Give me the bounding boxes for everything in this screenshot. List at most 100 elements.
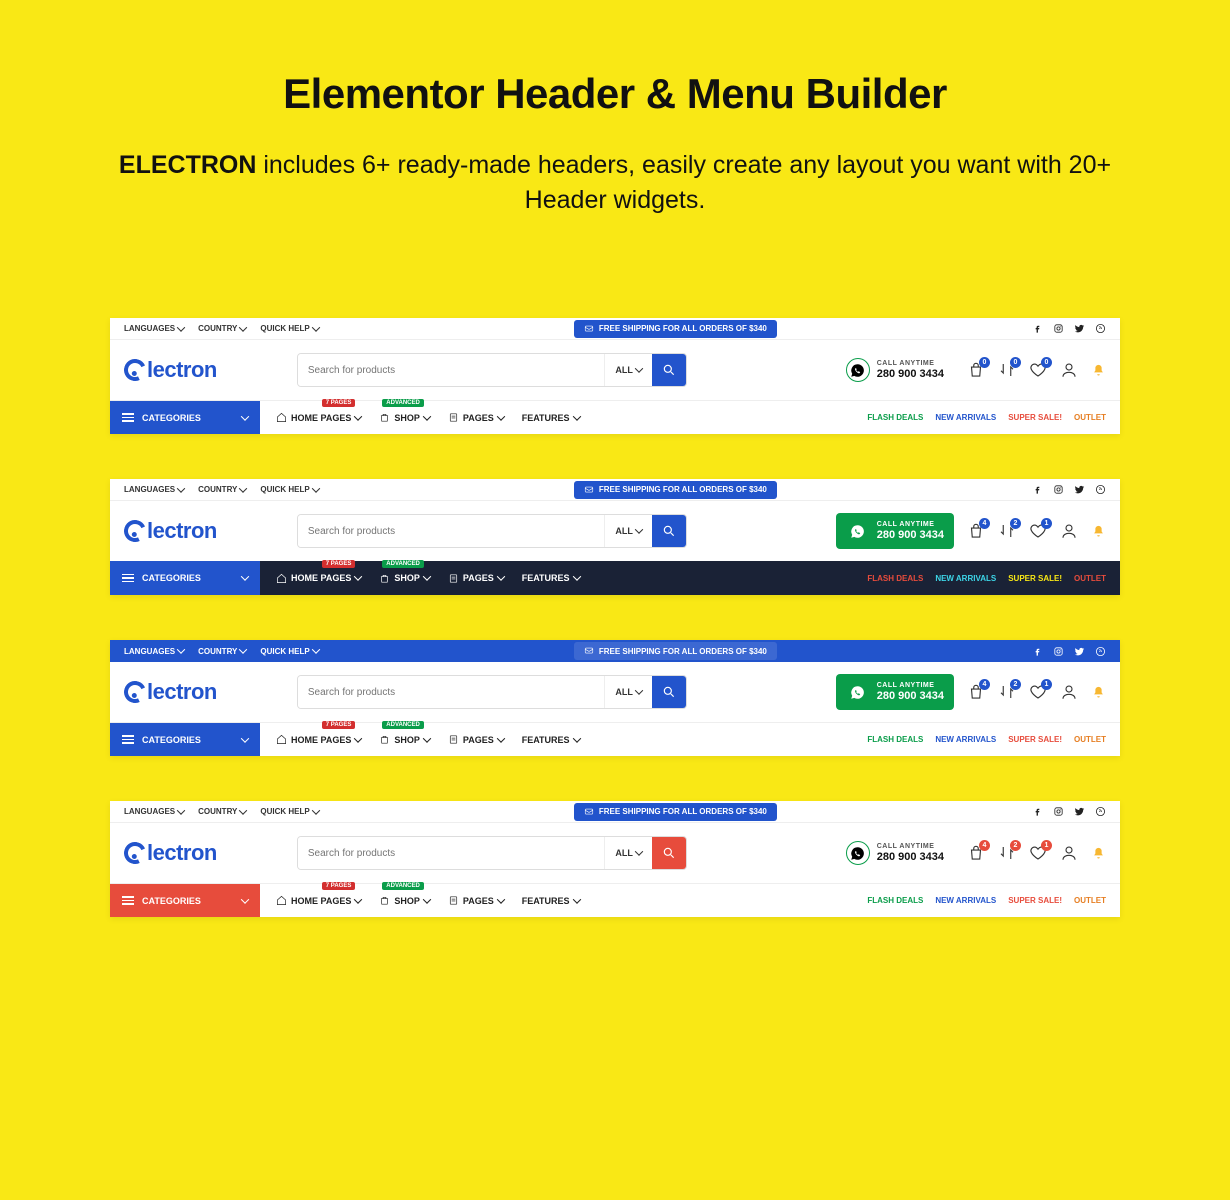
search-input[interactable] <box>298 515 605 547</box>
search-category-selector[interactable]: ALL <box>604 837 652 869</box>
categories-button[interactable]: CATEGORIES <box>110 561 260 595</box>
nav-pages[interactable]: PAGES <box>448 734 504 745</box>
facebook-icon[interactable] <box>1032 323 1043 334</box>
compare-button[interactable]: 0 <box>998 361 1016 379</box>
instagram-icon[interactable] <box>1053 646 1064 657</box>
nav-features[interactable]: FEATURES <box>522 573 580 583</box>
link-new-arrivals[interactable]: NEW ARRIVALS <box>935 413 996 422</box>
nav-pages[interactable]: PAGES <box>448 573 504 584</box>
link-flash-deals[interactable]: FLASH DEALS <box>867 896 923 905</box>
nav-home[interactable]: 7 PAGESHOME PAGES <box>276 573 361 584</box>
help-selector[interactable]: QUICK HELP <box>260 647 318 656</box>
link-new-arrivals[interactable]: NEW ARRIVALS <box>935 735 996 744</box>
cart-button[interactable]: 4 <box>967 683 985 701</box>
logo[interactable]: lectron <box>124 518 217 544</box>
search-button[interactable] <box>652 676 686 708</box>
country-selector[interactable]: COUNTRY <box>198 324 246 333</box>
search-category-selector[interactable]: ALL <box>604 354 652 386</box>
search-category-selector[interactable]: ALL <box>604 515 652 547</box>
help-selector[interactable]: QUICK HELP <box>260 485 318 494</box>
instagram-icon[interactable] <box>1053 323 1064 334</box>
notifications-button[interactable] <box>1091 846 1106 861</box>
language-selector[interactable]: LANGUAGES <box>124 807 184 816</box>
notifications-button[interactable] <box>1091 524 1106 539</box>
language-selector[interactable]: LANGUAGES <box>124 647 184 656</box>
twitter-icon[interactable] <box>1074 646 1085 657</box>
help-selector[interactable]: QUICK HELP <box>260 324 318 333</box>
link-outlet[interactable]: OUTLET <box>1074 735 1106 744</box>
twitter-icon[interactable] <box>1074 806 1085 817</box>
nav-features[interactable]: FEATURES <box>522 896 580 906</box>
logo[interactable]: lectron <box>124 840 217 866</box>
search-input[interactable] <box>298 837 605 869</box>
wishlist-button[interactable]: 1 <box>1029 844 1047 862</box>
country-selector[interactable]: COUNTRY <box>198 807 246 816</box>
call-widget[interactable]: CALL ANYTIME280 900 3434 <box>836 513 954 549</box>
country-selector[interactable]: COUNTRY <box>198 485 246 494</box>
nav-features[interactable]: FEATURES <box>522 735 580 745</box>
search-button[interactable] <box>652 837 686 869</box>
account-button[interactable] <box>1060 844 1078 862</box>
nav-pages[interactable]: PAGES <box>448 412 504 423</box>
link-outlet[interactable]: OUTLET <box>1074 413 1106 422</box>
instagram-icon[interactable] <box>1053 806 1064 817</box>
wishlist-button[interactable]: 1 <box>1029 683 1047 701</box>
viber-icon[interactable] <box>1095 323 1106 334</box>
wishlist-button[interactable]: 0 <box>1029 361 1047 379</box>
twitter-icon[interactable] <box>1074 323 1085 334</box>
notifications-button[interactable] <box>1091 685 1106 700</box>
cart-button[interactable]: 4 <box>967 522 985 540</box>
compare-button[interactable]: 2 <box>998 522 1016 540</box>
call-widget[interactable]: CALL ANYTIME280 900 3434 <box>836 352 954 388</box>
link-flash-deals[interactable]: FLASH DEALS <box>867 413 923 422</box>
viber-icon[interactable] <box>1095 806 1106 817</box>
account-button[interactable] <box>1060 683 1078 701</box>
notifications-button[interactable] <box>1091 363 1106 378</box>
nav-shop[interactable]: ADVANCEDSHOP <box>379 412 430 423</box>
categories-button[interactable]: CATEGORIES <box>110 401 260 434</box>
nav-home[interactable]: 7 PAGESHOME PAGES <box>276 734 361 745</box>
link-flash-deals[interactable]: FLASH DEALS <box>867 735 923 744</box>
language-selector[interactable]: LANGUAGES <box>124 324 184 333</box>
link-super-sale[interactable]: SUPER SALE! <box>1008 413 1062 422</box>
language-selector[interactable]: LANGUAGES <box>124 485 184 494</box>
facebook-icon[interactable] <box>1032 806 1043 817</box>
nav-pages[interactable]: PAGES <box>448 895 504 906</box>
account-button[interactable] <box>1060 522 1078 540</box>
link-new-arrivals[interactable]: NEW ARRIVALS <box>935 574 996 583</box>
search-category-selector[interactable]: ALL <box>604 676 652 708</box>
search-button[interactable] <box>652 515 686 547</box>
call-widget[interactable]: CALL ANYTIME280 900 3434 <box>836 835 954 871</box>
wishlist-button[interactable]: 1 <box>1029 522 1047 540</box>
link-super-sale[interactable]: SUPER SALE! <box>1008 574 1062 583</box>
help-selector[interactable]: QUICK HELP <box>260 807 318 816</box>
country-selector[interactable]: COUNTRY <box>198 647 246 656</box>
nav-shop[interactable]: ADVANCEDSHOP <box>379 734 430 745</box>
facebook-icon[interactable] <box>1032 484 1043 495</box>
nav-features[interactable]: FEATURES <box>522 413 580 423</box>
nav-home[interactable]: 7 PAGESHOME PAGES <box>276 895 361 906</box>
call-widget[interactable]: CALL ANYTIME280 900 3434 <box>836 674 954 710</box>
nav-shop[interactable]: ADVANCEDSHOP <box>379 573 430 584</box>
link-super-sale[interactable]: SUPER SALE! <box>1008 735 1062 744</box>
logo[interactable]: lectron <box>124 357 217 383</box>
cart-button[interactable]: 4 <box>967 844 985 862</box>
categories-button[interactable]: CATEGORIES <box>110 884 260 917</box>
link-super-sale[interactable]: SUPER SALE! <box>1008 896 1062 905</box>
logo[interactable]: lectron <box>124 679 217 705</box>
facebook-icon[interactable] <box>1032 646 1043 657</box>
viber-icon[interactable] <box>1095 484 1106 495</box>
link-flash-deals[interactable]: FLASH DEALS <box>867 574 923 583</box>
link-outlet[interactable]: OUTLET <box>1074 574 1106 583</box>
categories-button[interactable]: CATEGORIES <box>110 723 260 756</box>
instagram-icon[interactable] <box>1053 484 1064 495</box>
cart-button[interactable]: 0 <box>967 361 985 379</box>
nav-shop[interactable]: ADVANCEDSHOP <box>379 895 430 906</box>
search-button[interactable] <box>652 354 686 386</box>
twitter-icon[interactable] <box>1074 484 1085 495</box>
account-button[interactable] <box>1060 361 1078 379</box>
search-input[interactable] <box>298 354 605 386</box>
nav-home[interactable]: 7 PAGESHOME PAGES <box>276 412 361 423</box>
compare-button[interactable]: 2 <box>998 683 1016 701</box>
link-new-arrivals[interactable]: NEW ARRIVALS <box>935 896 996 905</box>
